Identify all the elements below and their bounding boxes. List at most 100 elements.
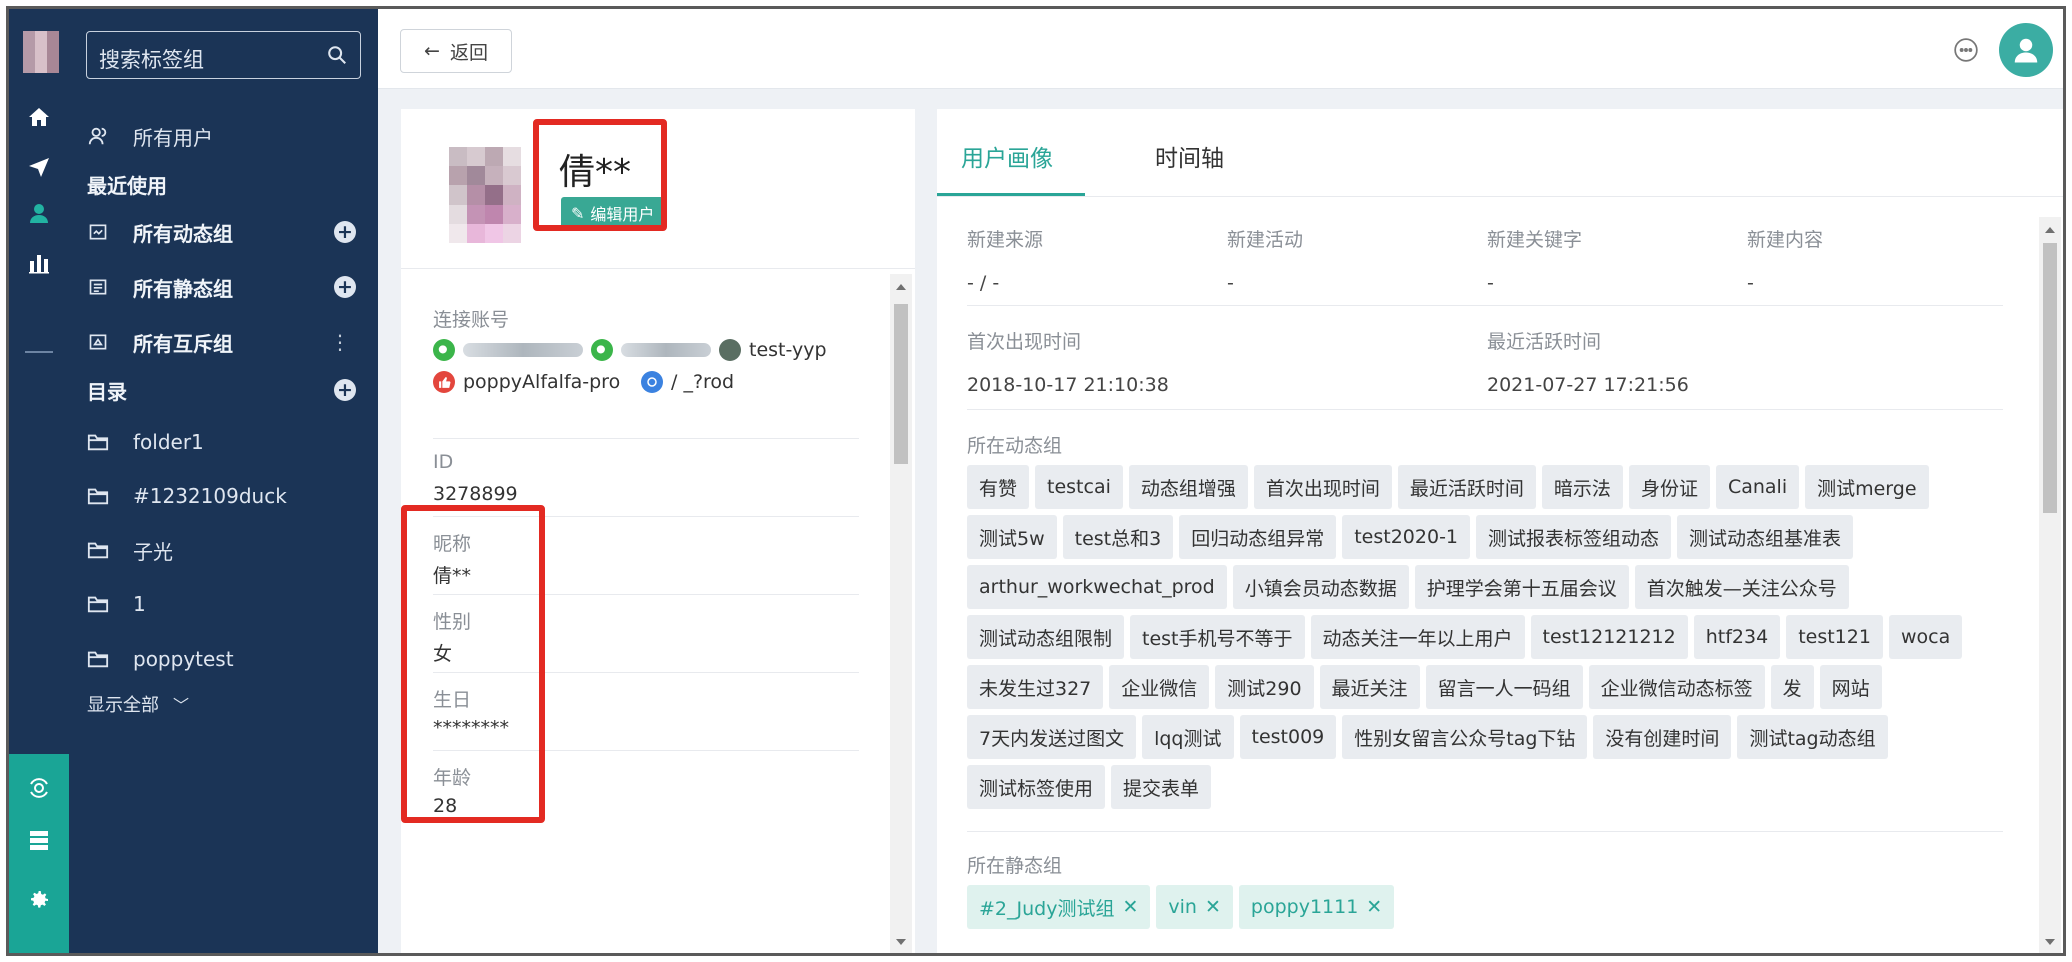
dynamic-group-tag[interactable]: test12121212 xyxy=(1530,615,1688,659)
sidebar-item-dynamic-groups[interactable]: 所有动态组 + xyxy=(69,207,378,257)
wechat-account[interactable] xyxy=(433,339,583,361)
sidebar-folder[interactable]: poppytest xyxy=(69,634,378,684)
scroll-thumb[interactable] xyxy=(2043,243,2057,513)
account-name: test-yyp xyxy=(749,339,827,361)
scroll-thumb[interactable] xyxy=(894,304,908,464)
radar-icon[interactable] xyxy=(9,766,69,810)
back-button[interactable]: ← 返回 xyxy=(400,29,512,73)
sidebar-item-all-users[interactable]: 所有用户 xyxy=(69,111,378,161)
remove-tag-icon[interactable]: ✕ xyxy=(1366,896,1382,918)
server-icon[interactable] xyxy=(9,818,69,862)
dynamic-group-tag[interactable]: 回归动态组异常 xyxy=(1179,515,1337,559)
sidebar-folder[interactable]: 子光 xyxy=(69,525,378,575)
rail-divider xyxy=(25,351,53,353)
settings-icon[interactable] xyxy=(9,878,69,922)
highlight-box-attributes xyxy=(401,505,545,823)
wechat-icon xyxy=(433,339,455,361)
dynamic-group-tag[interactable]: 动态关注一年以上用户 xyxy=(1310,615,1525,659)
dynamic-group-tag[interactable]: 小镇会员动态数据 xyxy=(1232,565,1409,609)
dynamic-group-tag[interactable]: 发 xyxy=(1770,665,1814,709)
top-bar: ← 返回 xyxy=(378,9,2063,89)
dynamic-group-tag[interactable]: lqq测试 xyxy=(1142,715,1234,759)
add-static-group-icon[interactable]: + xyxy=(334,276,356,298)
more-icon[interactable]: ⋮ xyxy=(330,330,350,354)
remove-tag-icon[interactable]: ✕ xyxy=(1122,896,1138,918)
static-group-tag-label: #2_Judy测试组 xyxy=(979,897,1115,920)
dynamic-group-tag[interactable]: 企业微信动态标签 xyxy=(1588,665,1765,709)
dynamic-group-tag[interactable]: 护理学会第十五届会议 xyxy=(1414,565,1629,609)
dynamic-group-tag[interactable]: test2020-1 xyxy=(1342,515,1471,559)
scroll-up-icon[interactable] xyxy=(2045,227,2055,233)
dynamic-group-tag[interactable]: 测试5w xyxy=(967,515,1057,559)
dynamic-group-tag[interactable]: 最近活跃时间 xyxy=(1397,465,1536,509)
dynamic-group-tag[interactable]: test121 xyxy=(1786,615,1883,659)
dynamic-group-tag[interactable]: 测试动态组限制 xyxy=(967,615,1125,659)
dynamic-group-tag[interactable]: 没有创建时间 xyxy=(1593,715,1732,759)
sidebar-folder[interactable]: folder1 xyxy=(69,417,378,467)
scroll-down-icon[interactable] xyxy=(2045,939,2055,945)
chat-account[interactable]: / _?rod xyxy=(641,371,734,393)
dynamic-group-tag[interactable]: woca xyxy=(1888,615,1963,659)
account-name: poppyAlfalfa-pro xyxy=(463,371,621,393)
bar-chart-icon[interactable] xyxy=(9,241,69,285)
show-all-link[interactable]: 显示全部 ﹀ xyxy=(69,679,378,729)
sidebar-folder[interactable]: 1 xyxy=(69,579,378,629)
static-group-tag[interactable]: vin ✕ xyxy=(1156,885,1233,929)
dynamic-group-tag[interactable]: 首次出现时间 xyxy=(1253,465,1392,509)
dynamic-group-tag[interactable]: 动态组增强 xyxy=(1128,465,1248,509)
scroll-down-icon[interactable] xyxy=(896,939,906,945)
dynamic-group-tag[interactable]: 有赞 xyxy=(967,465,1030,509)
add-dynamic-group-icon[interactable]: + xyxy=(334,221,356,243)
sidebar-folder[interactable]: #1232109duck xyxy=(69,471,378,521)
add-folder-icon[interactable]: + xyxy=(334,379,356,401)
dynamic-group-tag[interactable]: test总和3 xyxy=(1062,515,1174,559)
dynamic-group-tag[interactable]: 留言一人一码组 xyxy=(1425,665,1583,709)
weibo-account[interactable]: poppyAlfalfa-pro xyxy=(433,371,620,393)
dynamic-group-tag[interactable]: 最近关注 xyxy=(1319,665,1420,709)
dynamic-group-tag[interactable]: 测试标签使用 xyxy=(967,765,1106,809)
account-avatar[interactable] xyxy=(1999,23,2053,77)
search-input[interactable]: 搜索标签组 xyxy=(86,31,361,79)
user-icon[interactable] xyxy=(9,191,69,235)
dynamic-group-tag[interactable]: 测试报表标签组动态 xyxy=(1476,515,1672,559)
tab-bar: 用户画像 时间轴 xyxy=(937,109,2063,197)
scroll-up-icon[interactable] xyxy=(896,284,906,290)
recent-header: 最近使用 xyxy=(69,159,378,209)
dynamic-group-tag[interactable]: 提交表单 xyxy=(1111,765,1212,809)
static-group-tag[interactable]: #2_Judy测试组 ✕ xyxy=(967,885,1151,929)
dynamic-group-tag[interactable]: 测试动态组基准表 xyxy=(1677,515,1854,559)
profile-scrollbar[interactable] xyxy=(890,274,912,953)
dynamic-group-tag[interactable]: 网站 xyxy=(1819,665,1882,709)
static-group-tag[interactable]: poppy1111 ✕ xyxy=(1238,885,1395,929)
blurred-account xyxy=(621,343,711,357)
tab-timeline[interactable]: 时间轴 xyxy=(1155,139,1224,173)
dynamic-group-tag[interactable]: 暗示法 xyxy=(1541,465,1623,509)
dynamic-group-tag[interactable]: 7天内发送过图文 xyxy=(967,715,1137,759)
dynamic-group-tag[interactable]: 首次触发—关注公众号 xyxy=(1634,565,1849,609)
field-label: 新建内容 xyxy=(1747,229,1824,251)
sidebar-item-static-groups[interactable]: 所有静态组 + xyxy=(69,262,378,312)
account-test-yyp[interactable]: test-yyp xyxy=(719,339,827,361)
wechat-account[interactable] xyxy=(591,339,711,361)
remove-tag-icon[interactable]: ✕ xyxy=(1205,896,1221,918)
message-icon[interactable] xyxy=(1953,37,1979,63)
dynamic-group-tag[interactable]: htf234 xyxy=(1693,615,1781,659)
dynamic-group-tag[interactable]: Canali xyxy=(1715,465,1800,509)
dynamic-group-tag[interactable]: test手机号不等于 xyxy=(1130,615,1305,659)
dynamic-group-tag[interactable]: 测试tag动态组 xyxy=(1737,715,1888,759)
dynamic-group-tag[interactable]: 测试290 xyxy=(1215,665,1314,709)
dynamic-group-tag[interactable]: 测试merge xyxy=(1805,465,1929,509)
send-icon[interactable] xyxy=(9,145,69,189)
dynamic-group-tag[interactable]: 企业微信 xyxy=(1109,665,1210,709)
detail-scrollbar[interactable] xyxy=(2039,217,2061,953)
dynamic-group-tag[interactable]: 身份证 xyxy=(1628,465,1710,509)
sidebar-item-mutex-groups[interactable]: 所有互斥组 ⋮ xyxy=(69,317,378,367)
dynamic-group-tag[interactable]: arthur_workwechat_prod xyxy=(967,565,1227,609)
search-icon[interactable] xyxy=(326,44,348,66)
tab-portrait[interactable]: 用户画像 xyxy=(961,139,1053,173)
dynamic-group-tag[interactable]: test009 xyxy=(1239,715,1337,759)
dynamic-group-tag[interactable]: 性别女留言公众号tag下钻 xyxy=(1342,715,1588,759)
home-icon[interactable] xyxy=(9,95,69,139)
dynamic-group-tag[interactable]: testcai xyxy=(1035,465,1123,509)
dynamic-group-tag[interactable]: 未发生过327 xyxy=(967,665,1104,709)
